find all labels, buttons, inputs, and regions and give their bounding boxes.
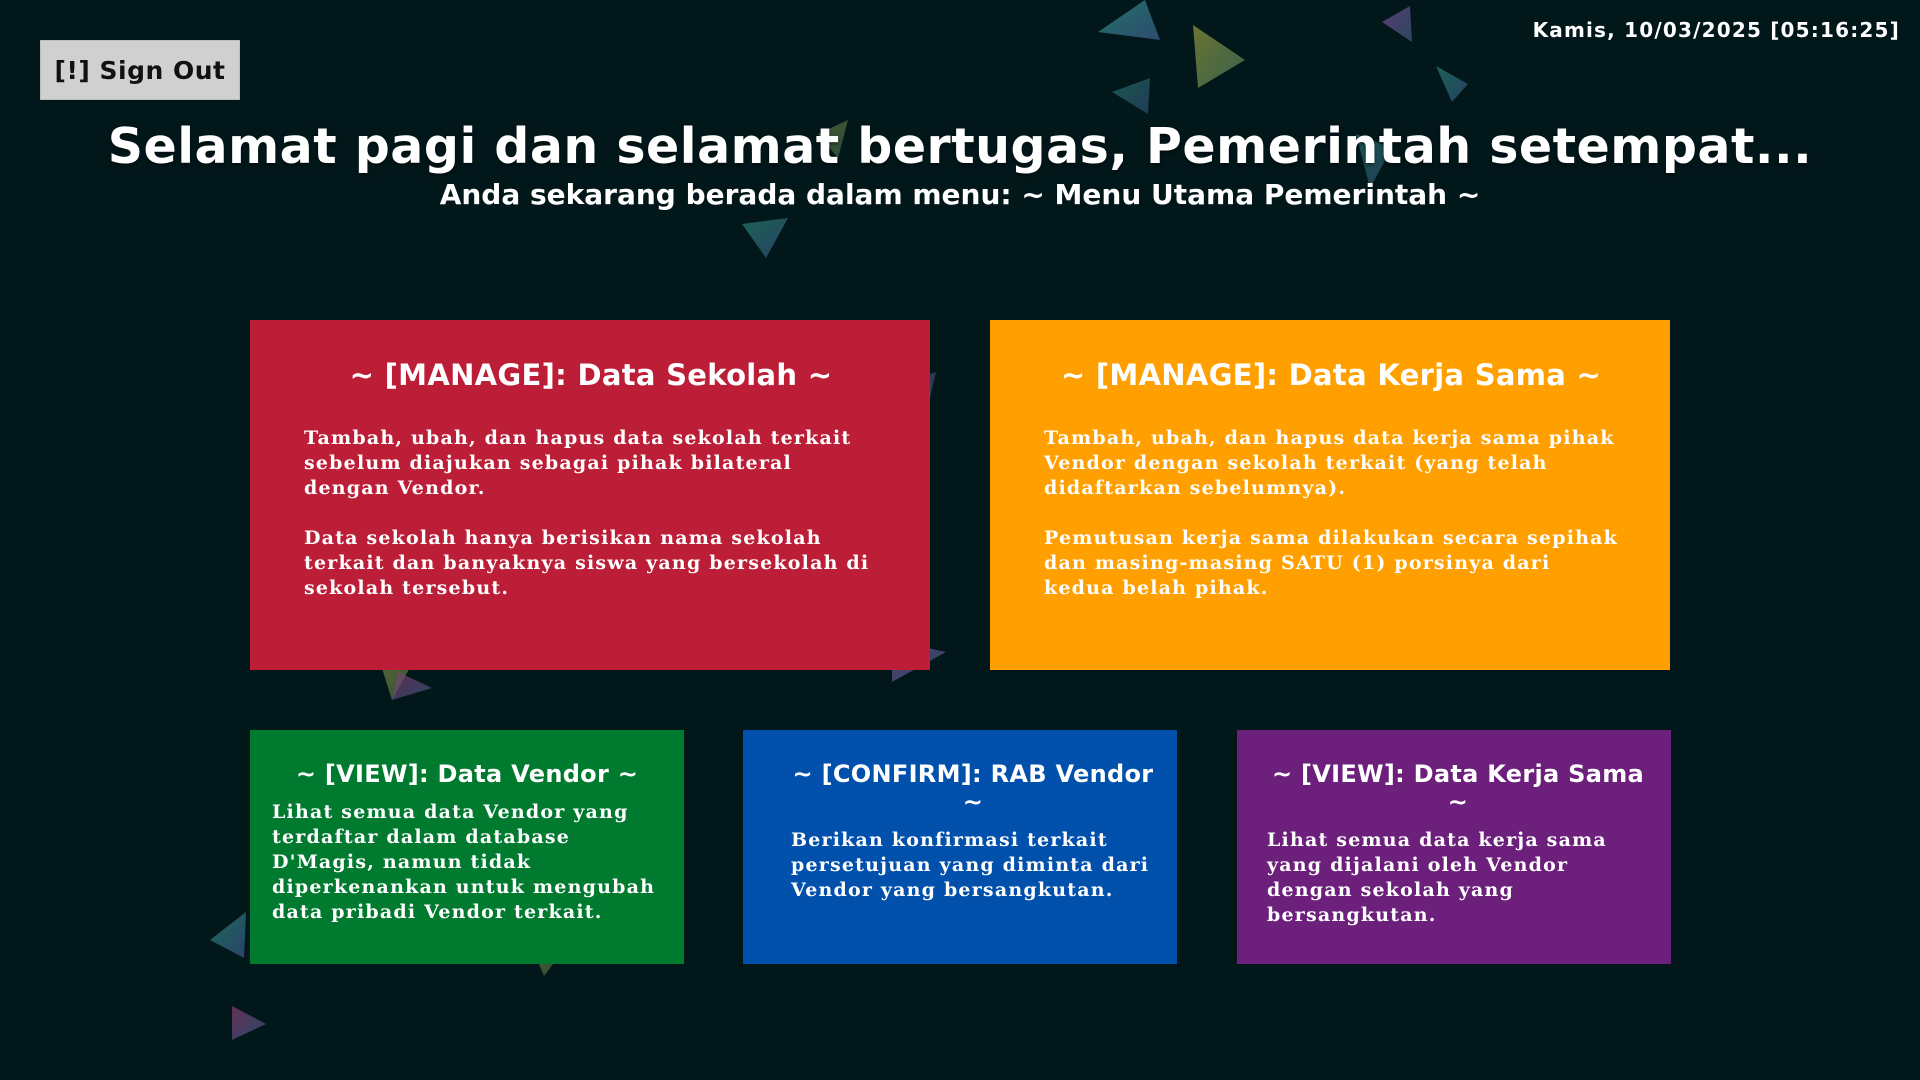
triangle-shape [1112, 78, 1150, 114]
card-title: ~ [VIEW]: Data Kerja Sama ~ [1271, 760, 1645, 816]
confirm-rab-vendor-card[interactable]: ~ [CONFIRM]: RAB Vendor ~ Berikan konfir… [743, 730, 1177, 964]
card-description: Lihat semua data kerja sama yang dijalan… [1267, 829, 1607, 926]
triangle-shape [1382, 6, 1412, 42]
menu-subtitle: Anda sekarang berada dalam menu: ~ Menu … [439, 178, 1481, 211]
card-title: ~ [MANAGE]: Data Sekolah ~ [349, 358, 833, 392]
card-description: Lihat semua data Vendor yang terdaftar d… [272, 801, 656, 923]
triangle-shape [1193, 25, 1245, 88]
card-description: Data sekolah hanya berisikan nama sekola… [304, 527, 870, 599]
triangle-shape [742, 218, 788, 258]
card-title: ~ [MANAGE]: Data Kerja Sama ~ [1060, 358, 1602, 392]
card-description: Pemutusan kerja sama dilakukan secara se… [1044, 527, 1619, 599]
card-description: Tambah, ubah, dan hapus data sekolah ter… [304, 427, 852, 499]
card-description: Tambah, ubah, dan hapus data kerja sama … [1044, 427, 1615, 499]
triangle-shape [232, 1006, 266, 1040]
manage-data-sekolah-card[interactable]: ~ [MANAGE]: Data Sekolah ~ Tambah, ubah,… [250, 320, 930, 670]
triangle-shape [1098, 0, 1160, 40]
card-description: Berikan konfirmasi terkait persetujuan y… [791, 829, 1150, 901]
card-title: ~ [VIEW]: Data Vendor ~ [295, 760, 639, 788]
sign-out-button[interactable]: [!] Sign Out [40, 40, 240, 100]
triangle-shape [1436, 66, 1468, 102]
datetime-display: Kamis, 10/03/2025 [05:16:25] [1532, 18, 1900, 42]
manage-data-kerja-sama-card[interactable]: ~ [MANAGE]: Data Kerja Sama ~ Tambah, ub… [990, 320, 1670, 670]
view-data-vendor-card[interactable]: ~ [VIEW]: Data Vendor ~ Lihat semua data… [250, 730, 684, 964]
page-title: Selamat pagi dan selamat bertugas, Pemer… [107, 118, 1813, 175]
triangle-shape [392, 672, 432, 700]
card-title: ~ [CONFIRM]: RAB Vendor ~ [792, 760, 1154, 816]
view-data-kerja-sama-card[interactable]: ~ [VIEW]: Data Kerja Sama ~ Lihat semua … [1237, 730, 1671, 964]
triangle-shape [210, 912, 246, 958]
